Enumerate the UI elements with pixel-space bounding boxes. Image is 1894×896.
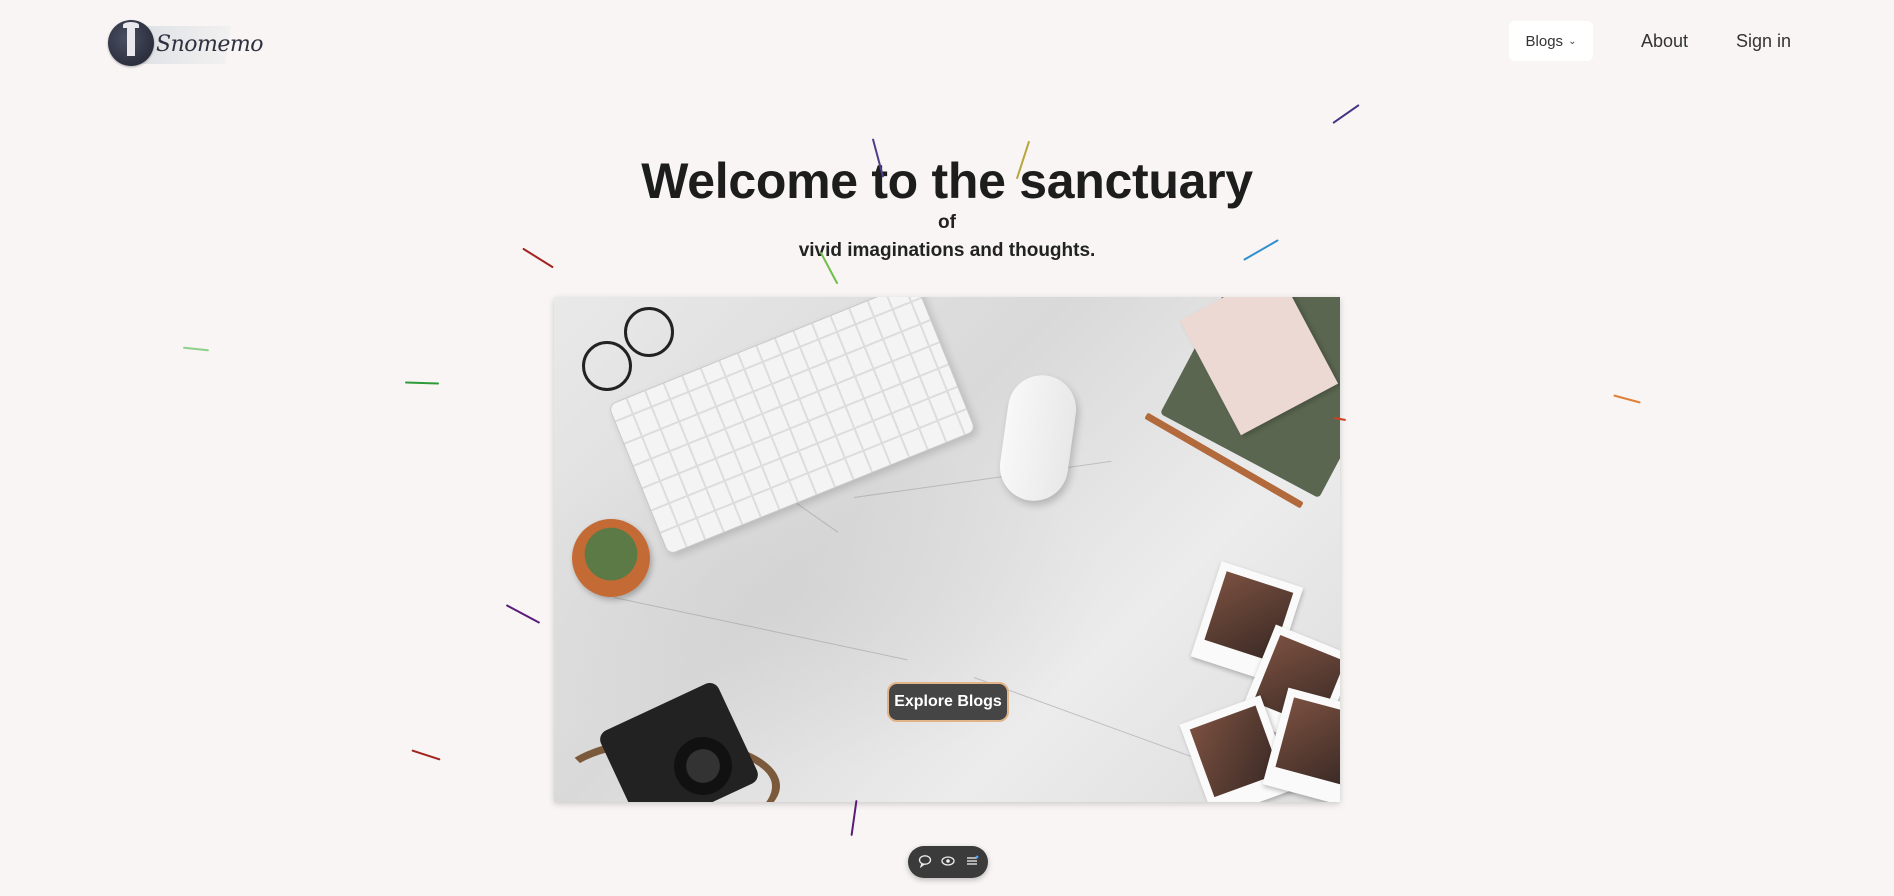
site-header: Snomemo Blogs ⌄ About Sign in — [0, 0, 1894, 84]
mouse-image — [995, 370, 1081, 506]
confetti-streak — [1332, 104, 1360, 124]
eye-icon[interactable] — [941, 854, 955, 871]
chat-icon[interactable] — [918, 854, 932, 871]
confetti-streak — [850, 800, 858, 836]
hero-subtitle: vivid imaginations and thoughts. — [798, 240, 1096, 261]
nav-blogs-label: Blogs — [1525, 32, 1564, 50]
list-icon[interactable] — [965, 854, 979, 871]
logo-text: Snomemo — [156, 32, 263, 57]
nav-signin-link[interactable]: Sign in — [1736, 21, 1791, 61]
floating-toolbar — [908, 846, 988, 878]
site-logo[interactable]: Snomemo — [108, 20, 263, 70]
confetti-streak — [404, 381, 440, 385]
confetti-streak — [1613, 394, 1641, 404]
confetti-streak — [182, 346, 210, 352]
nav-about-link[interactable]: About — [1641, 21, 1688, 61]
confetti-streak — [411, 749, 441, 761]
logo-lighthouse-icon — [108, 20, 154, 66]
explore-blogs-button[interactable]: Explore Blogs — [887, 682, 1009, 722]
hero-desk-image — [554, 297, 1340, 802]
glasses-image — [580, 301, 680, 391]
cactus-image — [572, 519, 650, 597]
chevron-down-icon: ⌄ — [1568, 35, 1577, 47]
hero-of: of — [938, 212, 956, 233]
confetti-streak — [505, 604, 541, 624]
hero-title: Welcome to the sanctuary — [641, 153, 1253, 209]
nav-blogs-dropdown[interactable]: Blogs ⌄ — [1509, 21, 1593, 61]
